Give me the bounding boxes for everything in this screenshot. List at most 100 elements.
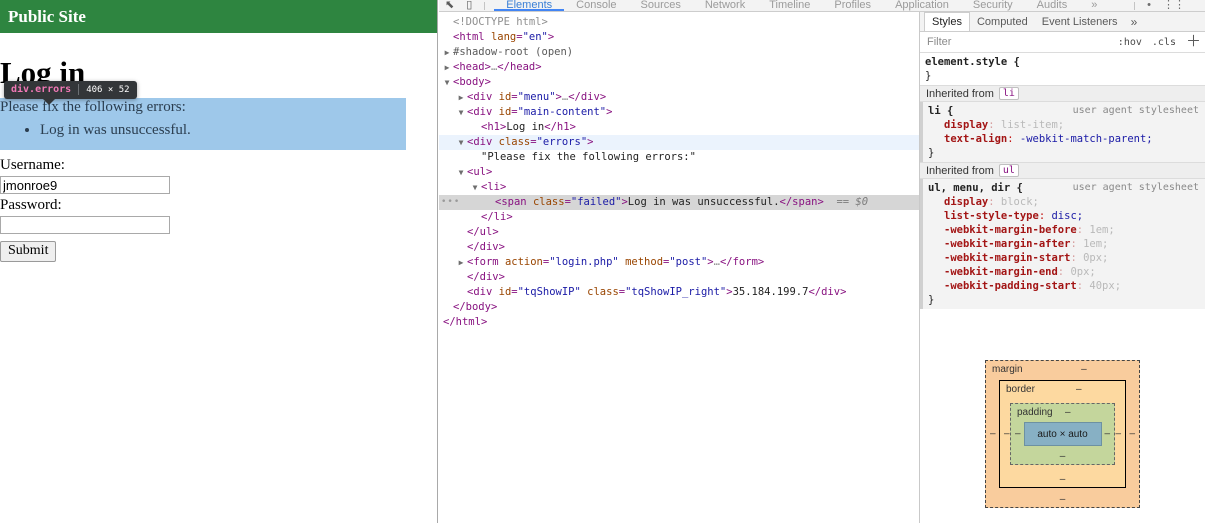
style-property-value[interactable]: 1em;: [1077, 238, 1108, 250]
chevron-right-icon[interactable]: ▶: [441, 60, 453, 75]
password-input[interactable]: [0, 216, 170, 234]
box-model-margin-top[interactable]: –: [1081, 364, 1087, 375]
style-property-value[interactable]: 1em;: [1083, 224, 1114, 236]
username-input[interactable]: [0, 176, 170, 194]
style-declaration[interactable]: -webkit-margin-after: 1em;: [928, 237, 1205, 251]
box-model-border-left[interactable]: –: [1004, 429, 1010, 440]
style-property-value[interactable]: 0px;: [1064, 266, 1095, 278]
box-model-margin-left[interactable]: –: [990, 429, 996, 440]
style-property-name[interactable]: text-align: [944, 133, 1007, 145]
style-property-name[interactable]: list-style-type: [944, 210, 1039, 222]
tab-audits[interactable]: Audits: [1025, 0, 1080, 11]
dom-tree-node[interactable]: ▼ <ul>: [439, 165, 919, 180]
style-property-name[interactable]: -webkit-margin-after: [944, 238, 1070, 250]
style-property-value[interactable]: disc;: [1045, 210, 1083, 222]
dom-tree-node[interactable]: <h1>Log in</h1>: [439, 120, 919, 135]
style-declaration[interactable]: -webkit-margin-before: 1em;: [928, 223, 1205, 237]
dom-tree-node[interactable]: </li>: [439, 210, 919, 225]
dom-tree-node[interactable]: ▼ <div class="errors">: [439, 135, 919, 150]
chevron-right-icon[interactable]: ▶: [455, 255, 467, 270]
device-toolbar-icon[interactable]: ▯: [466, 0, 472, 11]
style-declaration[interactable]: -webkit-margin-start: 0px;: [928, 251, 1205, 265]
style-declaration[interactable]: -webkit-padding-start: 40px;: [928, 279, 1205, 293]
inherited-from-selector-chip[interactable]: ul: [998, 164, 1019, 177]
style-property-value[interactable]: list-item;: [995, 119, 1064, 131]
dom-tree-node[interactable]: ••• <span class="failed">Log in was unsuc…: [439, 195, 919, 210]
style-rule-selector[interactable]: li {: [928, 105, 953, 117]
style-property-name[interactable]: -webkit-margin-end: [944, 266, 1058, 278]
submit-button[interactable]: Submit: [0, 241, 57, 262]
style-property-name[interactable]: -webkit-margin-start: [944, 252, 1070, 264]
tab-event-listeners[interactable]: Event Listeners: [1035, 13, 1125, 31]
style-property-value[interactable]: 40px;: [1083, 280, 1121, 292]
style-rule-selector[interactable]: ul, menu, dir {: [928, 182, 1023, 194]
dom-tree-node[interactable]: </html>: [439, 315, 919, 330]
box-model-margin-right[interactable]: –: [1129, 429, 1135, 440]
style-rule-selector[interactable]: element.style {: [925, 56, 1020, 68]
chevron-down-icon[interactable]: ▼: [469, 180, 481, 195]
dom-tree-node[interactable]: </ul>: [439, 225, 919, 240]
tab-computed[interactable]: Computed: [970, 13, 1035, 31]
chevron-down-icon[interactable]: ▼: [455, 165, 467, 180]
tab-sources[interactable]: Sources: [629, 0, 693, 11]
dom-tree-node[interactable]: <!DOCTYPE html>: [439, 15, 919, 30]
box-model-margin[interactable]: margin – – – – border – – – – padding – …: [985, 360, 1140, 508]
style-declaration[interactable]: text-align: -webkit-match-parent;: [928, 132, 1205, 146]
dom-tree-node[interactable]: ▶ <div id="menu">…</div>: [439, 90, 919, 105]
style-rule[interactable]: li {user agent stylesheet display: list-i…: [920, 102, 1205, 162]
dom-tree-node[interactable]: <div id="tqShowIP" class="tqShowIP_right…: [439, 285, 919, 300]
style-rule[interactable]: ul, menu, dir {user agent stylesheet disp…: [920, 179, 1205, 309]
dom-tree-node[interactable]: "Please fix the following errors:": [439, 150, 919, 165]
box-model-border-top[interactable]: –: [1076, 384, 1082, 395]
box-model-padding-right[interactable]: –: [1104, 429, 1110, 440]
box-model-border-right[interactable]: –: [1115, 429, 1121, 440]
inherited-from-selector-chip[interactable]: li: [998, 87, 1019, 100]
style-property-value[interactable]: 0px;: [1077, 252, 1108, 264]
style-property-name[interactable]: display: [944, 119, 988, 131]
settings-icon[interactable]: ⋮⋮: [1163, 0, 1185, 11]
tabs-overflow-icon[interactable]: »: [1079, 0, 1109, 11]
dom-tree-node[interactable]: </body>: [439, 300, 919, 315]
box-model-content[interactable]: auto × auto: [1023, 422, 1102, 446]
dom-tree-node[interactable]: ▼ <li>: [439, 180, 919, 195]
plus-icon[interactable]: ＋: [1186, 34, 1201, 49]
chevron-down-icon[interactable]: ▼: [455, 105, 467, 120]
box-model-padding-top[interactable]: –: [1065, 407, 1071, 418]
dom-tree-node[interactable]: ▶ #shadow-root (open): [439, 45, 919, 60]
chevron-down-icon[interactable]: ▼: [455, 135, 467, 150]
style-property-name[interactable]: -webkit-margin-before: [944, 224, 1077, 236]
toggle-class-button[interactable]: .cls: [1152, 37, 1176, 48]
error-count-icon[interactable]: •: [1147, 0, 1151, 11]
chevron-right-icon[interactable]: ▶: [455, 90, 467, 105]
chevron-down-icon[interactable]: ▼: [441, 75, 453, 90]
tab-security[interactable]: Security: [961, 0, 1025, 11]
tab-timeline[interactable]: Timeline: [757, 0, 822, 11]
box-model-border[interactable]: border – – – – padding – – – – auto × au…: [999, 380, 1126, 488]
inspect-cursor-icon[interactable]: ⬉: [445, 0, 454, 11]
dom-tree-node[interactable]: </div>: [439, 240, 919, 255]
style-property-name[interactable]: -webkit-padding-start: [944, 280, 1077, 292]
style-declaration[interactable]: display: block;: [928, 195, 1205, 209]
tab-styles[interactable]: Styles: [924, 12, 970, 31]
style-property-value[interactable]: -webkit-match-parent;: [1014, 133, 1153, 145]
style-rule[interactable]: element.style {}: [920, 53, 1205, 85]
tab-profiles[interactable]: Profiles: [822, 0, 883, 11]
box-model-padding-bottom[interactable]: –: [1060, 451, 1066, 462]
style-declaration[interactable]: list-style-type: disc;: [928, 209, 1205, 223]
dom-tree-node[interactable]: </div>: [439, 270, 919, 285]
style-declaration[interactable]: -webkit-margin-end: 0px;: [928, 265, 1205, 279]
dom-tree-node[interactable]: ▶ <form action="login.php" method="post">…: [439, 255, 919, 270]
style-declaration[interactable]: display: list-item;: [928, 118, 1205, 132]
box-model-padding[interactable]: padding – – – – auto × auto: [1010, 403, 1115, 465]
styles-tabs-overflow-icon[interactable]: »: [1125, 15, 1144, 29]
dom-tree-node[interactable]: ▶ <head>…</head>: [439, 60, 919, 75]
dom-tree-node[interactable]: ▼ <body>: [439, 75, 919, 90]
tab-network[interactable]: Network: [693, 0, 757, 11]
tab-elements[interactable]: Elements: [494, 0, 565, 11]
tab-console[interactable]: Console: [564, 0, 628, 11]
style-property-name[interactable]: display: [944, 196, 988, 208]
dom-tree-node[interactable]: <html lang="en">: [439, 30, 919, 45]
toggle-hover-state-button[interactable]: :hov: [1118, 37, 1142, 48]
box-model-margin-bottom[interactable]: –: [1060, 494, 1066, 505]
chevron-right-icon[interactable]: ▶: [441, 45, 453, 60]
